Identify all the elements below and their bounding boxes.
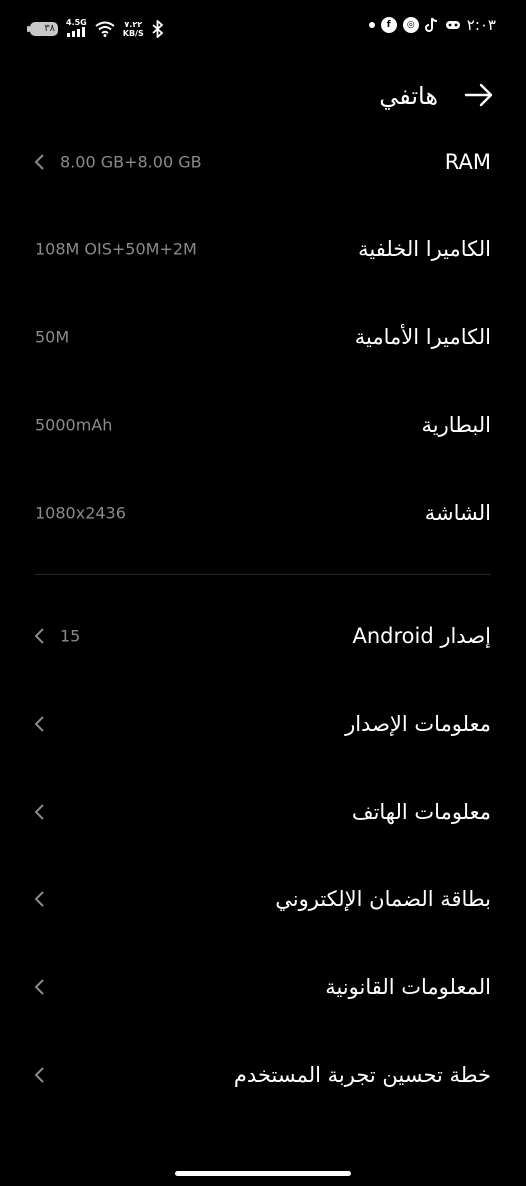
chevron-left-icon <box>34 1067 44 1083</box>
network-type: 4.5G <box>66 18 87 27</box>
rear-camera-label: الكاميرا الخلفية <box>358 237 491 261</box>
menu-item-user-experience[interactable]: خطة تحسين تجربة المستخدم <box>30 1045 491 1105</box>
ram-label: RAM <box>444 150 491 174</box>
facebook-icon: f <box>380 17 397 33</box>
back-arrow-icon <box>464 83 493 107</box>
rear-camera-value: 108M OIS+50M+2M <box>35 239 197 259</box>
chevron-left-icon <box>34 716 44 732</box>
menu-item-version-info[interactable]: معلومات الإصدار <box>30 694 491 754</box>
ram-value: 8.00 GB+8.00 GB <box>60 152 202 172</box>
clock: ٢:٠٣ <box>466 16 496 34</box>
menu-item-label: بطاقة الضمان الإلكتروني <box>275 887 491 911</box>
network-speed: ٧.٢٢ KB/S <box>123 20 144 38</box>
android-version-label: إصدار Android <box>352 624 491 648</box>
menu-item-label: المعلومات القانونية <box>325 975 491 999</box>
chevron-left-icon <box>34 154 44 170</box>
network-indicator: 4.5G <box>66 18 87 39</box>
speed-unit: KB/S <box>122 28 144 38</box>
home-indicator[interactable] <box>175 1171 351 1176</box>
menu-item-warranty-card[interactable]: بطاقة الضمان الإلكتروني <box>30 869 491 929</box>
chevron-left-icon <box>34 891 44 907</box>
front-camera-value: 50M <box>35 327 70 347</box>
page-header: هاتفي <box>0 70 526 120</box>
menu-item-phone-info[interactable]: معلومات الهاتف <box>30 782 491 842</box>
gamepad-icon <box>445 21 460 29</box>
chevron-left-icon <box>34 804 44 820</box>
menu-item-label: معلومات الهاتف <box>351 800 491 824</box>
android-version-row[interactable]: 15 إصدار Android <box>30 606 491 666</box>
speed-value: ٧.٢٢ <box>124 19 143 29</box>
spec-row-ram[interactable]: 8.00 GB+8.00 GB RAM <box>30 132 491 192</box>
chevron-left-icon <box>34 628 44 644</box>
menu-item-legal-info[interactable]: المعلومات القانونية <box>30 957 491 1017</box>
display-value: 1080x2436 <box>35 503 126 523</box>
chevron-left-icon <box>34 979 44 995</box>
display-label: الشاشة <box>424 501 491 525</box>
battery-icon: ٣٨ <box>27 21 58 36</box>
app-notification-icon: ◎ <box>402 17 419 33</box>
menu-item-label: خطة تحسين تجربة المستخدم <box>233 1063 491 1087</box>
battery-label: البطارية <box>421 413 491 437</box>
tiktok-icon <box>424 17 437 32</box>
spec-row-rear-camera: 108M OIS+50M+2M الكاميرا الخلفية <box>30 219 491 279</box>
notification-dot-icon <box>368 22 375 28</box>
front-camera-label: الكاميرا الأمامية <box>354 325 491 349</box>
spec-row-battery: 5000mAh البطارية <box>30 395 491 455</box>
battery-value: 5000mAh <box>35 415 113 435</box>
bluetooth-icon <box>152 19 164 38</box>
back-button[interactable] <box>462 78 496 112</box>
spec-row-display: 1080x2436 الشاشة <box>30 483 491 543</box>
android-version-value: 15 <box>60 626 81 646</box>
status-bar-left: ٣٨ 4.5G ٧.٢٢ KB/S <box>27 18 164 39</box>
status-bar: ٣٨ 4.5G ٧.٢٢ KB/S f ◎ ٢:٠٣ <box>0 0 526 58</box>
section-divider <box>35 574 491 575</box>
menu-item-label: معلومات الإصدار <box>345 712 491 736</box>
status-bar-right: f ◎ ٢:٠٣ <box>368 16 496 34</box>
signal-icon <box>67 27 86 37</box>
battery-level: ٣٨ <box>44 23 55 34</box>
spec-row-front-camera: 50M الكاميرا الأمامية <box>30 307 491 367</box>
wifi-icon <box>95 21 115 37</box>
page-title: هاتفي <box>379 82 438 110</box>
